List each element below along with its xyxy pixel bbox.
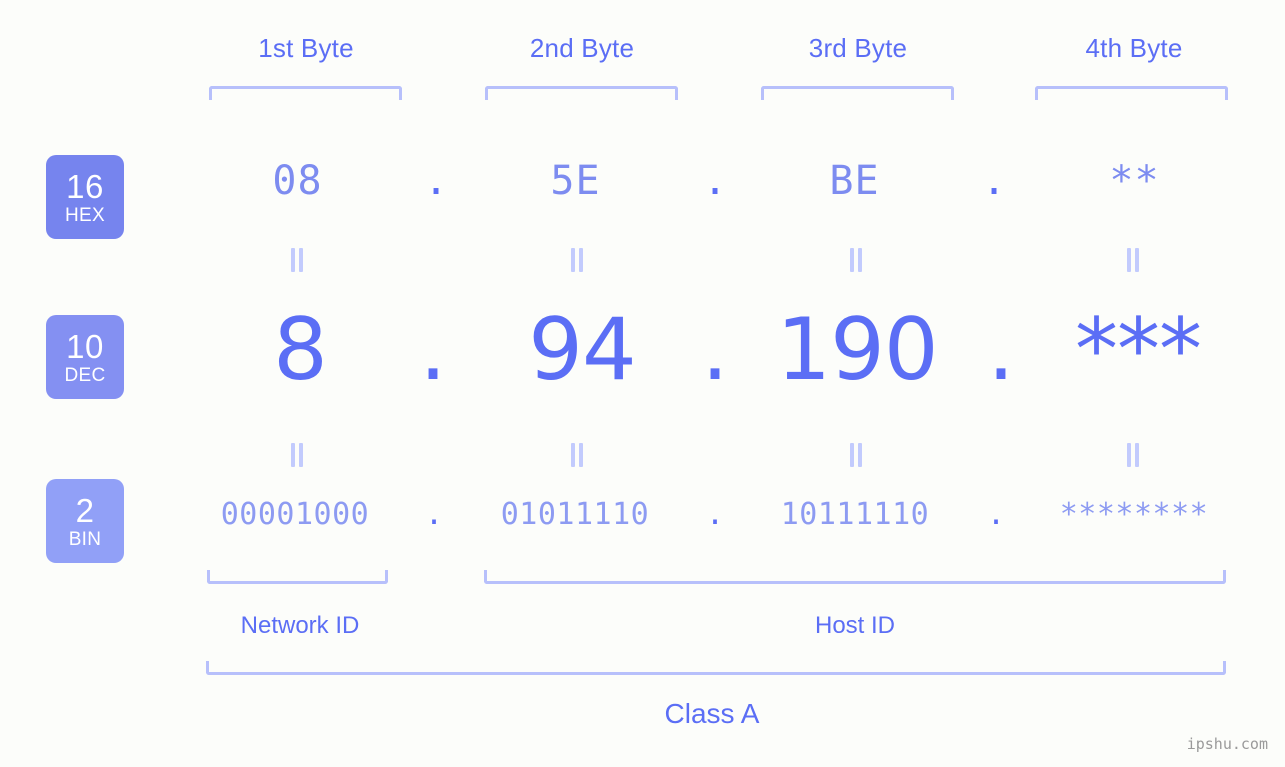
radix-badge-dec: 10 DEC [46, 315, 124, 399]
byte-header-label-2: 2nd Byte [529, 33, 635, 63]
watermark: ipshu.com [1186, 735, 1268, 753]
dec-separator-1: . [419, 300, 447, 400]
byte-bracket-2-icon [485, 86, 678, 100]
radix-badge-hex-number: 16 [66, 167, 104, 205]
dec-byte-2-value: 94 [528, 300, 636, 400]
radix-badge-bin-name: BIN [68, 528, 102, 550]
hex-separator-1: . [423, 158, 449, 204]
bin-byte-1-value: 00001000 [220, 497, 370, 532]
bin-byte-2-value: 01011110 [500, 497, 650, 532]
byte-bracket-1-icon [209, 86, 402, 100]
hex-byte-3-value: BE [829, 158, 880, 204]
class-label: Class A [664, 698, 760, 729]
radix-badge-dec-name: DEC [64, 364, 106, 386]
equals-dec-bin-1-icon [290, 443, 304, 467]
hex-byte-2-value: 5E [550, 158, 601, 204]
bin-byte-4-value: ******** [1059, 497, 1209, 532]
network-id-bracket-icon [207, 570, 388, 584]
equals-hex-dec-4-icon [1126, 248, 1140, 272]
network-id-label: Network ID [240, 612, 360, 639]
hex-separator-3: . [981, 158, 1007, 204]
radix-badge-dec-number: 10 [66, 327, 104, 365]
radix-badge-bin-number: 2 [75, 491, 95, 529]
byte-header-label-3: 3rd Byte [808, 33, 908, 63]
equals-dec-bin-2-icon [570, 443, 584, 467]
byte-bracket-3-icon [761, 86, 954, 100]
dec-byte-4-value: *** [1075, 300, 1202, 400]
bin-separator-1: . [424, 497, 444, 532]
class-bracket-icon [206, 661, 1226, 675]
hex-separator-2: . [702, 158, 728, 204]
equals-hex-dec-2-icon [570, 248, 584, 272]
equals-dec-bin-4-icon [1126, 443, 1140, 467]
hex-byte-1-value: 08 [272, 158, 323, 204]
byte-header-label-4: 4th Byte [1085, 33, 1183, 63]
equals-dec-bin-3-icon [849, 443, 863, 467]
bin-separator-3: . [986, 497, 1006, 532]
radix-badge-hex: 16 HEX [46, 155, 124, 239]
byte-bracket-4-icon [1035, 86, 1228, 100]
equals-hex-dec-3-icon [849, 248, 863, 272]
hex-byte-4-value: ** [1109, 158, 1160, 204]
dec-byte-3-value: 190 [776, 300, 938, 400]
radix-badge-bin: 2 BIN [46, 479, 124, 563]
bin-separator-2: . [705, 497, 725, 532]
byte-header-label-1: 1st Byte [258, 33, 354, 63]
dec-separator-3: . [987, 300, 1015, 400]
host-id-bracket-icon [484, 570, 1226, 584]
radix-badge-hex-name: HEX [65, 204, 105, 226]
host-id-label: Host ID [814, 612, 895, 639]
dec-separator-2: . [701, 300, 729, 400]
dec-byte-1-value: 8 [273, 300, 328, 400]
equals-hex-dec-1-icon [290, 248, 304, 272]
bin-byte-3-value: 10111110 [780, 497, 930, 532]
ip-address-breakdown-diagram: 1st Byte 2nd Byte 3rd Byte 4th Byte 16 H… [0, 0, 1285, 767]
